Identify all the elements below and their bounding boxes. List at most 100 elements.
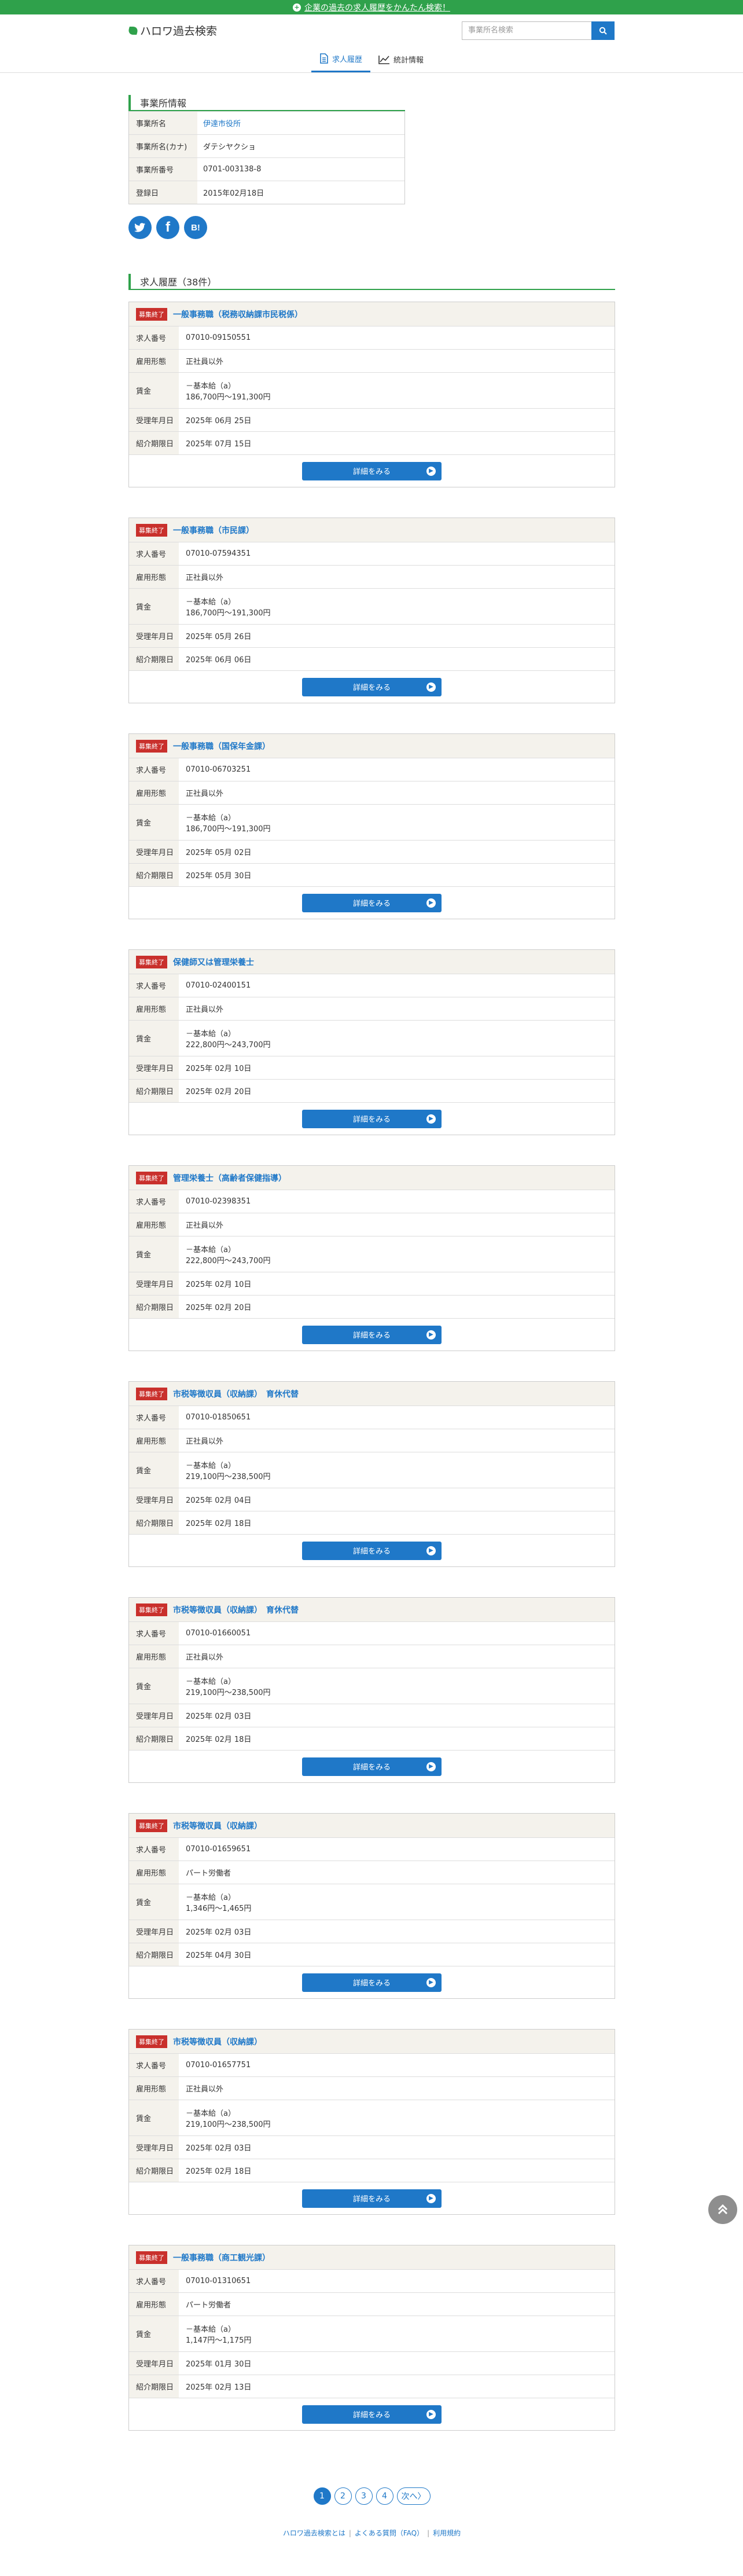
job-row-key: 雇用形態 [129, 2077, 179, 2100]
scroll-top-button[interactable] [708, 2195, 737, 2224]
hatena-bookmark-icon[interactable]: B! [184, 216, 207, 239]
search-button[interactable] [591, 21, 615, 40]
office-name-link[interactable]: 伊達市役所 [197, 112, 404, 134]
footer-link-faq[interactable]: よくある質問（FAQ） [355, 2529, 424, 2537]
page-1[interactable]: 1 [313, 2487, 331, 2505]
detail-button[interactable]: 詳細をみる ▶ [302, 1109, 442, 1128]
detail-button-label: 詳細をみる [352, 900, 391, 908]
office-row: 登録日 2015年02月18日 [129, 181, 404, 204]
job-title-link[interactable]: 一般事務職（商工観光課） [173, 2252, 270, 2263]
job-row-value: 2025年 02月 10日 [186, 1065, 252, 1073]
detail-button[interactable]: 詳細をみる ▶ [302, 1973, 442, 1992]
job-row-key: 賃金 [129, 1452, 179, 1488]
wage-range: 186,700円〜191,300円 [186, 824, 271, 834]
wage-range: 222,800円〜243,700円 [186, 1256, 271, 1265]
page-3[interactable]: 3 [355, 2487, 373, 2505]
logo[interactable]: ハロワ過去検索 [127, 23, 218, 38]
job-row-wage: 賃金 －基本給（a） 222,800円〜243,700円 [129, 1021, 615, 1056]
page-2[interactable]: 2 [334, 2487, 352, 2505]
job-row-wage: 賃金 －基本給（a） 222,800円〜243,700円 [129, 1236, 615, 1272]
job-title-link[interactable]: 一般事務職（税務収納課市民税係） [173, 309, 303, 320]
job-row-value: －基本給（a） 219,100円〜238,500円 [179, 1668, 615, 1704]
job-row-key: 雇用形態 [129, 997, 179, 1020]
job-row-received-date: 受理年月日 2025年 02月 03日 [129, 1920, 615, 1943]
job-row-key: 紹介期限日 [129, 1943, 179, 1966]
job-row-job-number: 求人番号 07010-06703251 [129, 758, 615, 781]
job-row-key: 賃金 [129, 1236, 179, 1272]
wage-type: －基本給（a） [186, 2325, 236, 2334]
detail-button[interactable]: 詳細をみる ▶ [302, 2405, 442, 2424]
footer-link-terms[interactable]: 利用規約 [433, 2529, 461, 2537]
search-input[interactable] [462, 21, 591, 40]
page-4[interactable]: 4 [376, 2487, 393, 2505]
job-title-link[interactable]: 管理栄養士（高齢者保健指導） [173, 1172, 286, 1184]
job-row-value: 正社員以外 [186, 574, 224, 582]
job-title-link[interactable]: 保健師又は管理栄養士 [173, 956, 254, 968]
detail-button-label: 詳細をみる [352, 2411, 391, 2420]
job-card-footer: 詳細をみる ▶ [129, 1319, 615, 1351]
job-row-value: 2025年 02月 03日 [186, 1712, 252, 1721]
wage-type: －基本給（a） [186, 1029, 236, 1039]
twitter-icon[interactable] [128, 216, 152, 239]
job-card-header: 募集終了 市税等徴収員（収納課） 育休代替 [129, 1382, 615, 1406]
job-row-job-number: 求人番号 07010-01659651 [129, 1838, 615, 1861]
job-card-footer: 詳細をみる ▶ [129, 2182, 615, 2214]
banner-link[interactable]: 企業の過去の求人履歴をかんたん検索！ [304, 2, 450, 13]
job-title-link[interactable]: 一般事務職（市民課） [173, 524, 254, 536]
job-row-received-date: 受理年月日 2025年 02月 10日 [129, 1272, 615, 1296]
job-row-key: 賃金 [129, 1884, 179, 1920]
job-title-link[interactable]: 市税等徴収員（収納課） [173, 1820, 262, 1832]
job-card-footer: 詳細をみる ▶ [129, 1966, 615, 1998]
job-row-received-date: 受理年月日 2025年 01月 30日 [129, 2352, 615, 2375]
job-row-key: 雇用形態 [129, 1429, 179, 1452]
job-row-value: 07010-01657751 [186, 2061, 251, 2069]
detail-button[interactable]: 詳細をみる ▶ [302, 1757, 442, 1776]
nav-tabs: 求人履歴 統計情報 [0, 46, 743, 73]
job-title-link[interactable]: 一般事務職（国保年金課） [173, 740, 270, 752]
arrow-right-icon: ▶ [426, 898, 436, 908]
status-badge: 募集終了 [136, 1603, 167, 1616]
job-row-key: 賃金 [129, 373, 179, 408]
job-row-wage: 賃金 －基本給（a） 219,100円〜238,500円 [129, 2100, 615, 2136]
detail-button[interactable]: 詳細をみる ▶ [302, 461, 442, 480]
job-row-value: 2025年 04月 30日 [186, 1951, 252, 1960]
job-title-link[interactable]: 市税等徴収員（収納課） 育休代替 [173, 1604, 299, 1616]
status-badge: 募集終了 [136, 523, 167, 537]
job-row-key: 賃金 [129, 1021, 179, 1056]
job-row-value: 2025年 02月 20日 [186, 1088, 252, 1096]
job-row-value: －基本給（a） 222,800円〜243,700円 [179, 1236, 615, 1272]
facebook-icon[interactable]: f [156, 216, 179, 239]
search-icon [599, 27, 607, 35]
arrow-right-icon: ▶ [426, 1114, 436, 1124]
detail-button-label: 詳細をみる [352, 1547, 391, 1556]
job-row-employment-type: 雇用形態 正社員以外 [129, 1213, 615, 1236]
job-row-value: 2025年 02月 13日 [186, 2383, 252, 2392]
tab-stats[interactable]: 統計情報 [370, 46, 432, 72]
job-row-value: －基本給（a） 186,700円〜191,300円 [179, 589, 615, 624]
detail-button-label: 詳細をみる [352, 1331, 391, 1340]
footer-link-about[interactable]: ハロワ過去検索とは [283, 2529, 345, 2537]
logo-text: ハロワ過去検索 [140, 25, 218, 38]
tab-history[interactable]: 求人履歴 [311, 46, 370, 72]
job-card-header: 募集終了 一般事務職（市民課） [129, 518, 615, 542]
job-row-employment-type: 雇用形態 正社員以外 [129, 350, 615, 373]
wage-range: 219,100円〜238,500円 [186, 1688, 271, 1697]
next-page-button[interactable]: 次へ〉 [396, 2487, 431, 2505]
detail-button[interactable]: 詳細をみる ▶ [302, 677, 442, 696]
status-badge: 募集終了 [136, 307, 167, 321]
detail-button[interactable]: 詳細をみる ▶ [302, 2189, 442, 2208]
job-title-link[interactable]: 市税等徴収員（収納課） [173, 2036, 262, 2047]
detail-button[interactable]: 詳細をみる ▶ [302, 1541, 442, 1560]
job-row-value: 2025年 02月 18日 [186, 1520, 252, 1528]
job-row-value: －基本給（a） 219,100円〜238,500円 [179, 1452, 615, 1488]
job-row-employment-type: 雇用形態 正社員以外 [129, 1429, 615, 1452]
job-row-job-number: 求人番号 07010-02398351 [129, 1190, 615, 1213]
job-title-link[interactable]: 市税等徴収員（収納課） 育休代替 [173, 1388, 299, 1400]
detail-button[interactable]: 詳細をみる ▶ [302, 1325, 442, 1344]
job-row-value: 正社員以外 [186, 1653, 224, 1662]
job-row-value: 2025年 02月 03日 [186, 2144, 252, 2153]
detail-button[interactable]: 詳細をみる ▶ [302, 893, 442, 912]
status-badge: 募集終了 [136, 2251, 167, 2264]
plus-icon: + [293, 3, 301, 12]
office-row-value: 2015年02月18日 [203, 189, 264, 198]
